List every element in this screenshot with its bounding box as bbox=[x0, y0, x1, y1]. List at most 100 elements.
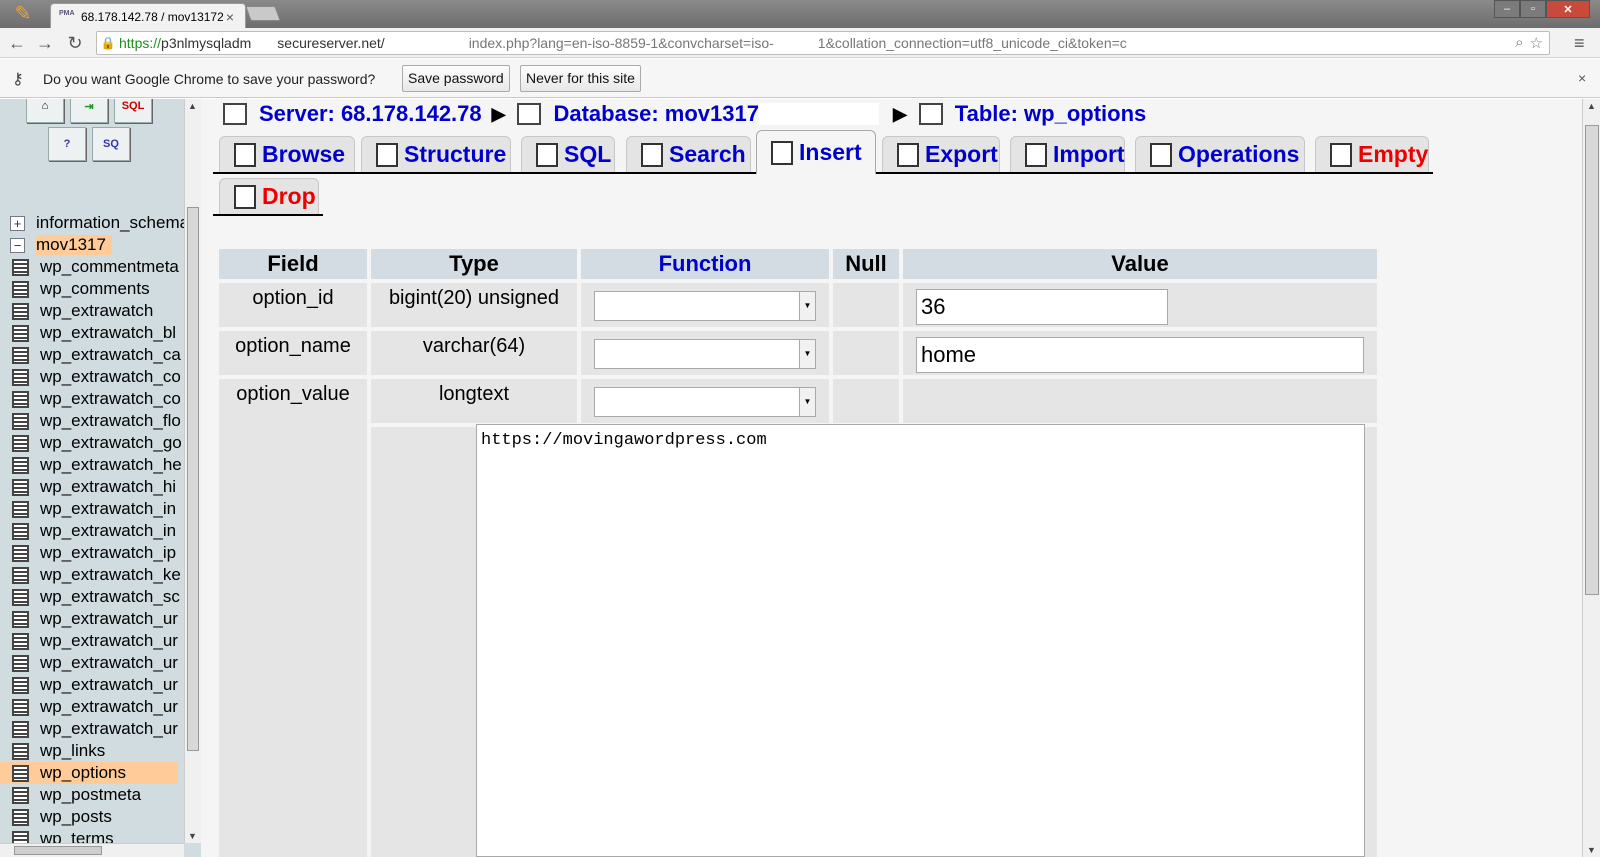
tab-operations[interactable]: Operations bbox=[1135, 136, 1305, 172]
scroll-up-icon[interactable]: ▲ bbox=[1587, 101, 1596, 111]
hscroll-thumb[interactable] bbox=[14, 846, 102, 855]
table-icon[interactable] bbox=[12, 500, 29, 518]
sidebar-table-item[interactable]: wp_extrawatch_he bbox=[0, 454, 184, 476]
breadcrumb-table[interactable]: Table: wp_options bbox=[955, 101, 1146, 127]
chrome-menu-icon[interactable]: ≡ bbox=[1574, 33, 1585, 54]
sidebar-table-item[interactable]: wp_extrawatch_co bbox=[0, 366, 184, 388]
table-icon[interactable] bbox=[12, 522, 29, 540]
db-item-information-schema[interactable]: + information_schema bbox=[0, 212, 184, 234]
left-horizontal-scrollbar[interactable] bbox=[0, 843, 184, 857]
save-password-button[interactable]: Save password bbox=[402, 65, 510, 92]
sidebar-table-item[interactable]: wp_postmeta bbox=[0, 784, 184, 806]
sidebar-table-item[interactable]: wp_extrawatch_sc bbox=[0, 586, 184, 608]
function-select[interactable]: ▼ bbox=[594, 291, 816, 321]
sidebar-table-item[interactable]: wp_extrawatch_ip bbox=[0, 542, 184, 564]
sidebar-table-item[interactable]: wp_extrawatch_ke bbox=[0, 564, 184, 586]
tab-search[interactable]: Search bbox=[626, 136, 751, 172]
db-item-mov1317[interactable]: − mov1317 bbox=[0, 234, 184, 256]
tab-structure[interactable]: Structure bbox=[361, 136, 511, 172]
table-icon[interactable] bbox=[12, 346, 29, 364]
table-icon[interactable] bbox=[12, 412, 29, 430]
sidebar-table-item[interactable]: wp_extrawatch_go bbox=[0, 432, 184, 454]
table-icon[interactable] bbox=[12, 280, 29, 298]
table-icon[interactable] bbox=[12, 390, 29, 408]
function-select[interactable]: ▼ bbox=[594, 387, 816, 417]
sidebar-table-item[interactable]: wp_extrawatch_ca bbox=[0, 344, 184, 366]
zoom-icon[interactable]: ⌕ bbox=[1515, 34, 1523, 52]
function-select[interactable]: ▼ bbox=[594, 339, 816, 369]
help-icon[interactable]: ? bbox=[48, 127, 86, 161]
scroll-up-icon[interactable]: ▲ bbox=[188, 101, 197, 111]
never-for-this-site-button[interactable]: Never for this site bbox=[520, 65, 641, 92]
table-icon[interactable] bbox=[12, 742, 29, 760]
main-vertical-scrollbar[interactable]: ▲ ▼ bbox=[1582, 99, 1600, 857]
infobar-close-icon[interactable]: × bbox=[1578, 70, 1586, 86]
sql-docs-icon[interactable]: SQ bbox=[92, 127, 130, 161]
back-arrow-icon[interactable]: ← bbox=[6, 32, 28, 54]
maximize-icon[interactable]: ▫ bbox=[1520, 0, 1546, 18]
table-icon[interactable] bbox=[12, 786, 29, 804]
table-icon[interactable] bbox=[12, 368, 29, 386]
address-bar[interactable]: 🔒 https:// p3nlmysqladm secureserver.net… bbox=[96, 31, 1550, 55]
table-icon[interactable] bbox=[12, 632, 29, 650]
table-icon[interactable] bbox=[12, 720, 29, 738]
sql-query-icon[interactable]: SQL bbox=[114, 99, 152, 123]
table-icon[interactable] bbox=[12, 324, 29, 342]
bookmark-star-icon[interactable]: ☆ bbox=[1530, 34, 1543, 52]
option-value-textarea[interactable]: https://movingawordpress.com bbox=[476, 424, 1365, 857]
scroll-down-icon[interactable]: ▼ bbox=[188, 831, 197, 841]
breadcrumb-server[interactable]: Server: 68.178.142.78 bbox=[259, 101, 482, 127]
sidebar-table-item[interactable]: wp_extrawatch_hi bbox=[0, 476, 184, 498]
breadcrumb-database[interactable]: Database: mov1317 bbox=[553, 101, 758, 127]
sidebar-table-item[interactable]: wp_extrawatch_ur bbox=[0, 718, 184, 740]
table-icon[interactable] bbox=[12, 258, 29, 276]
table-icon[interactable] bbox=[12, 610, 29, 628]
table-icon[interactable] bbox=[12, 478, 29, 496]
table-icon[interactable] bbox=[12, 456, 29, 474]
table-icon[interactable] bbox=[12, 566, 29, 584]
exit-icon[interactable]: ⇥ bbox=[70, 99, 108, 123]
option-id-input[interactable]: 36 bbox=[916, 289, 1168, 325]
scroll-thumb[interactable] bbox=[187, 207, 199, 751]
expand-icon[interactable]: + bbox=[10, 215, 25, 231]
tab-export[interactable]: Export bbox=[882, 136, 1000, 172]
table-icon[interactable] bbox=[12, 544, 29, 562]
scroll-down-icon[interactable]: ▼ bbox=[1587, 845, 1596, 855]
sidebar-table-item[interactable]: wp_extrawatch bbox=[0, 300, 184, 322]
option-name-input[interactable]: home bbox=[916, 337, 1364, 373]
tab-empty[interactable]: Empty bbox=[1315, 136, 1429, 172]
sidebar-table-item[interactable]: wp_extrawatch_in bbox=[0, 520, 184, 542]
close-window-icon[interactable]: ✕ bbox=[1546, 0, 1590, 18]
sidebar-table-item[interactable]: wp_extrawatch_ur bbox=[0, 674, 184, 696]
home-icon[interactable]: ⌂ bbox=[26, 99, 64, 123]
tab-import[interactable]: Import bbox=[1010, 136, 1125, 172]
sidebar-table-item[interactable]: wp_extrawatch_ur bbox=[0, 608, 184, 630]
scroll-thumb[interactable] bbox=[1585, 125, 1599, 595]
tab-browse[interactable]: Browse bbox=[219, 136, 355, 172]
new-tab-button[interactable] bbox=[245, 6, 281, 21]
sidebar-table-item[interactable]: wp_comments bbox=[0, 278, 184, 300]
sidebar-table-item[interactable]: wp_posts bbox=[0, 806, 184, 828]
forward-arrow-icon[interactable]: → bbox=[34, 32, 56, 54]
left-vertical-scrollbar[interactable]: ▲ ▼ bbox=[184, 99, 201, 843]
table-icon[interactable] bbox=[12, 588, 29, 606]
tab-drop[interactable]: Drop bbox=[219, 178, 319, 214]
tab-insert[interactable]: Insert bbox=[756, 130, 876, 174]
sidebar-table-item[interactable]: wp_extrawatch_ur bbox=[0, 696, 184, 718]
sidebar-table-item[interactable]: wp_extrawatch_ur bbox=[0, 630, 184, 652]
table-icon[interactable] bbox=[12, 676, 29, 694]
sidebar-table-item[interactable]: wp_extrawatch_bl bbox=[0, 322, 184, 344]
tab-close-icon[interactable]: × bbox=[223, 9, 237, 25]
table-icon[interactable] bbox=[12, 434, 29, 452]
sidebar-table-item[interactable]: wp_extrawatch_co bbox=[0, 388, 184, 410]
table-icon[interactable] bbox=[12, 764, 29, 782]
tab-sql[interactable]: SQL bbox=[521, 136, 615, 172]
browser-tab[interactable]: PMA 68.178.142.78 / mov13172 × bbox=[50, 3, 246, 29]
table-icon[interactable] bbox=[12, 302, 29, 320]
sidebar-table-item[interactable]: wp_extrawatch_flo bbox=[0, 410, 184, 432]
sidebar-table-item[interactable]: wp_links bbox=[0, 740, 184, 762]
sidebar-table-item[interactable]: wp_extrawatch_in bbox=[0, 498, 184, 520]
table-icon[interactable] bbox=[12, 808, 29, 826]
table-icon[interactable] bbox=[12, 698, 29, 716]
sidebar-table-item[interactable]: wp_extrawatch_ur bbox=[0, 652, 184, 674]
